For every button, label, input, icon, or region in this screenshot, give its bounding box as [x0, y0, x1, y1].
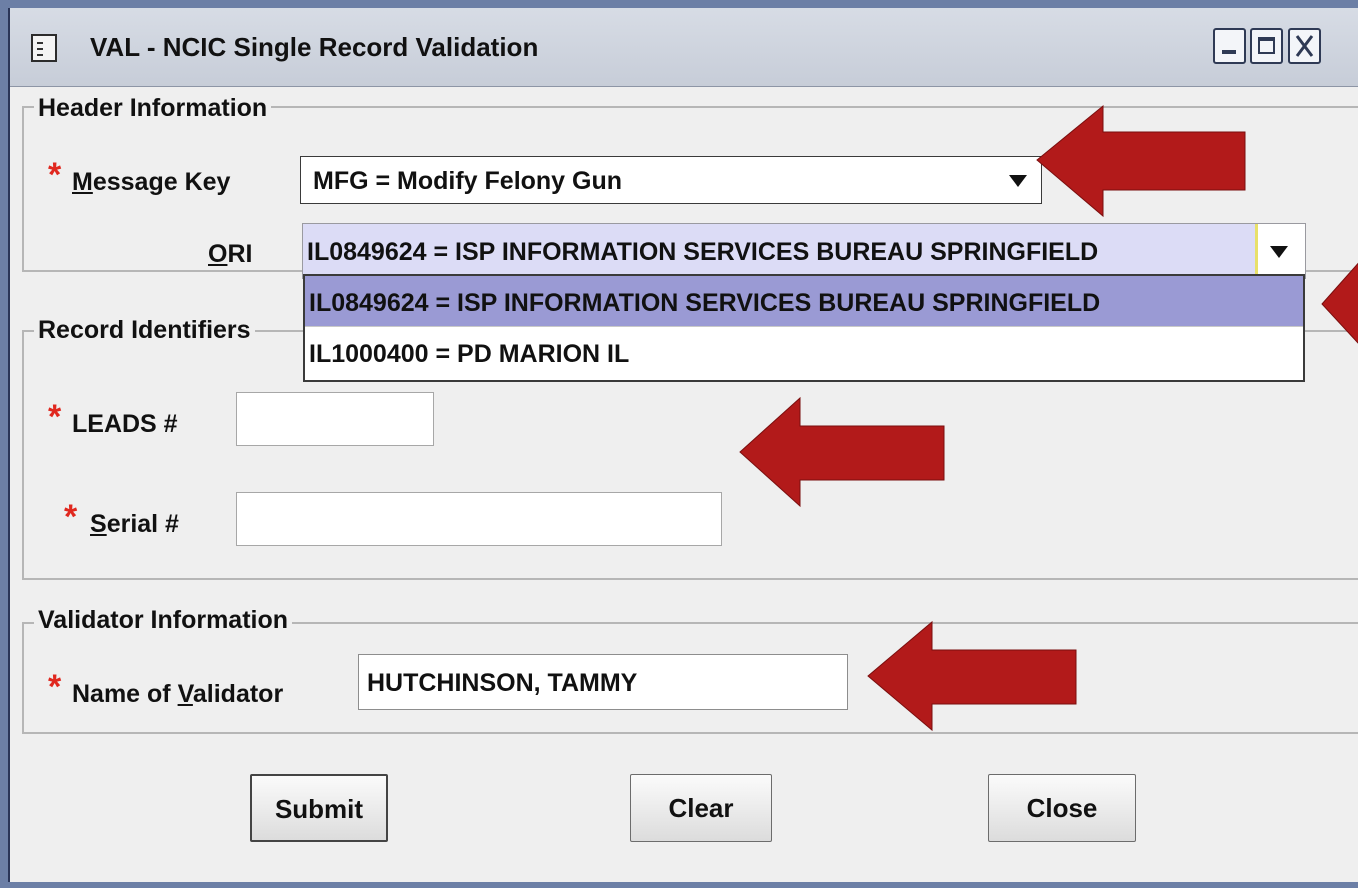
leads-label: LEADS #	[72, 410, 178, 438]
required-marker: *	[48, 668, 62, 706]
ori-dropdown-list: IL0849624 = ISP INFORMATION SERVICES BUR…	[303, 274, 1305, 382]
maximize-icon	[1258, 37, 1275, 54]
message-key-value: MFG = Modify Felony Gun	[313, 167, 623, 195]
ori-option-label: IL1000400 = PD MARION IL	[309, 340, 630, 368]
annotation-arrow-left	[1036, 104, 1246, 218]
dialog-window: VAL - NCIC Single Record Validation Head…	[8, 8, 1358, 882]
ori-value: IL0849624 = ISP INFORMATION SERVICES BUR…	[307, 238, 1099, 266]
chevron-down-icon[interactable]	[1270, 246, 1288, 258]
leads-number-input[interactable]	[236, 392, 434, 446]
validator-name-input[interactable]: HUTCHINSON, TAMMY	[358, 654, 848, 710]
close-icon	[1295, 35, 1314, 57]
ori-option-label: IL0849624 = ISP INFORMATION SERVICES BUR…	[309, 289, 1101, 317]
ori-option[interactable]: IL1000400 = PD MARION IL	[305, 327, 1303, 380]
validator-name-label: Name of Validator	[72, 680, 284, 708]
app-menu-icon[interactable]	[31, 34, 57, 62]
required-marker: *	[64, 498, 78, 536]
close-window-button[interactable]	[1288, 28, 1321, 64]
annotation-arrow-left	[739, 396, 945, 508]
ori-select[interactable]: IL0849624 = ISP INFORMATION SERVICES BUR…	[302, 223, 1306, 279]
required-marker: *	[48, 156, 62, 194]
close-button[interactable]: Close	[988, 774, 1136, 842]
window-title: VAL - NCIC Single Record Validation	[90, 32, 539, 62]
message-key-select[interactable]: MFG = Modify Felony Gun	[300, 156, 1042, 204]
ori-option-selected[interactable]: IL0849624 = ISP INFORMATION SERVICES BUR…	[305, 276, 1303, 327]
message-key-label: Message Key	[72, 168, 231, 196]
validator-name-value: HUTCHINSON, TAMMY	[367, 669, 638, 697]
required-marker: *	[48, 398, 62, 436]
serial-number-input[interactable]	[236, 492, 722, 546]
title-bar[interactable]: VAL - NCIC Single Record Validation	[10, 8, 1358, 87]
record-identifiers-legend: Record Identifiers	[34, 316, 255, 345]
ori-label: ORI	[208, 240, 253, 268]
maximize-button[interactable]	[1250, 28, 1283, 64]
serial-label: Serial #	[90, 510, 179, 538]
minimize-button[interactable]	[1213, 28, 1246, 64]
annotation-arrow-left	[1321, 262, 1358, 344]
annotation-arrow-left	[867, 620, 1077, 732]
clear-button[interactable]: Clear	[630, 774, 772, 842]
validator-info-legend: Validator Information	[34, 606, 293, 635]
header-info-legend: Header Information	[34, 94, 272, 123]
minimize-icon	[1222, 50, 1236, 54]
chevron-down-icon	[1009, 175, 1027, 187]
submit-button[interactable]: Submit	[250, 774, 388, 842]
